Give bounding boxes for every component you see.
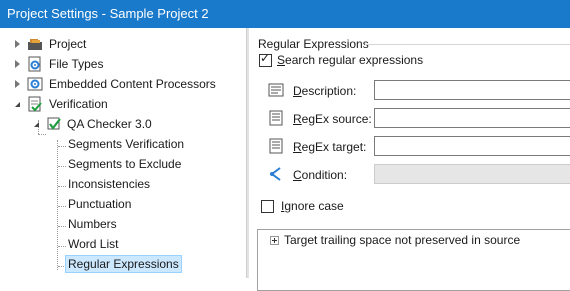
tree-item-segments-verification[interactable]: Segments Verification	[0, 134, 246, 154]
regex-settings-panel: Regular Expressions ✓ Search regular exp…	[249, 28, 570, 291]
regex-rule-item[interactable]: Target trailing space not preserved in s…	[258, 230, 570, 250]
checkmark-icon: ✓	[260, 51, 271, 65]
condition-field	[374, 164, 570, 184]
tree-item-label: Numbers	[68, 217, 117, 231]
tree-item-label: Verification	[49, 97, 108, 111]
ignore-case-label[interactable]: Ignore case	[281, 199, 344, 213]
regex-target-icon	[268, 138, 284, 154]
tree-item-punctuation[interactable]: Punctuation	[0, 194, 246, 214]
description-label: Description:	[293, 84, 357, 98]
tree-item-label: Project	[49, 37, 87, 51]
expand-plus-icon[interactable]	[270, 236, 279, 245]
tree-item-regular-expressions[interactable]: Regular Expressions	[0, 254, 246, 274]
search-regex-checkbox[interactable]: ✓	[259, 51, 272, 67]
tree-item-project[interactable]: Project	[0, 34, 246, 54]
tree-item-file-types[interactable]: File Types	[0, 54, 246, 74]
tree-item-verification[interactable]: Verification	[0, 94, 246, 114]
expand-arrow-icon[interactable]	[15, 60, 20, 68]
file-types-icon	[27, 56, 43, 72]
tree-item-label: File Types	[49, 57, 104, 71]
expand-arrow-icon[interactable]	[15, 40, 20, 48]
regex-target-label: RegEx target:	[293, 140, 367, 154]
tree-item-embedded-content-processors[interactable]: Embedded Content Processors	[0, 74, 246, 94]
qa-checker-icon	[46, 116, 62, 132]
tree-item-label: Word List	[68, 237, 119, 251]
tree-item-label: Embedded Content Processors	[49, 77, 216, 91]
tree-item-label: Segments Verification	[68, 137, 185, 151]
collapse-arrow-icon[interactable]	[15, 102, 20, 107]
tree-item-inconsistencies[interactable]: Inconsistencies	[0, 174, 246, 194]
window-title: Project Settings - Sample Project 2	[7, 6, 209, 21]
tree-item-word-list[interactable]: Word List	[0, 234, 246, 254]
regex-source-label: RegEx source:	[293, 112, 372, 126]
search-regex-label-text: earch regular expressions	[285, 53, 424, 67]
group-title: Regular Expressions	[258, 37, 369, 51]
search-regex-label[interactable]: Search regular expressions	[277, 53, 423, 67]
condition-icon	[268, 166, 284, 182]
tree-item-label: Segments to Exclude	[68, 157, 182, 171]
tree-item-qa-checker[interactable]: QA Checker 3.0	[0, 114, 246, 134]
settings-tree[interactable]: Project File Types Embedded Content Proc…	[0, 28, 246, 278]
regex-source-icon	[268, 110, 284, 126]
embedded-content-icon	[27, 76, 43, 92]
tree-item-numbers[interactable]: Numbers	[0, 214, 246, 234]
tree-item-segments-to-exclude[interactable]: Segments to Exclude	[0, 154, 246, 174]
group-divider	[365, 44, 570, 45]
description-field[interactable]	[374, 80, 570, 100]
regex-target-field[interactable]	[374, 136, 570, 156]
ignore-case-checkbox[interactable]	[261, 200, 274, 213]
window-titlebar: Project Settings - Sample Project 2	[0, 0, 570, 28]
condition-label: Condition:	[293, 168, 348, 182]
description-icon	[268, 82, 284, 98]
regex-rules-list[interactable]: Target trailing space not preserved in s…	[257, 229, 570, 291]
regex-rule-label: Target trailing space not preserved in s…	[284, 233, 521, 247]
tree-item-label: Inconsistencies	[68, 177, 151, 191]
regex-source-field[interactable]	[374, 108, 570, 128]
expand-arrow-icon[interactable]	[15, 80, 20, 88]
tree-item-label: Regular Expressions	[65, 255, 182, 273]
tree-item-label: Punctuation	[68, 197, 132, 211]
verification-icon	[27, 96, 43, 112]
project-icon	[27, 36, 43, 52]
tree-item-label: QA Checker 3.0	[67, 117, 152, 131]
collapse-arrow-icon[interactable]	[34, 122, 39, 127]
